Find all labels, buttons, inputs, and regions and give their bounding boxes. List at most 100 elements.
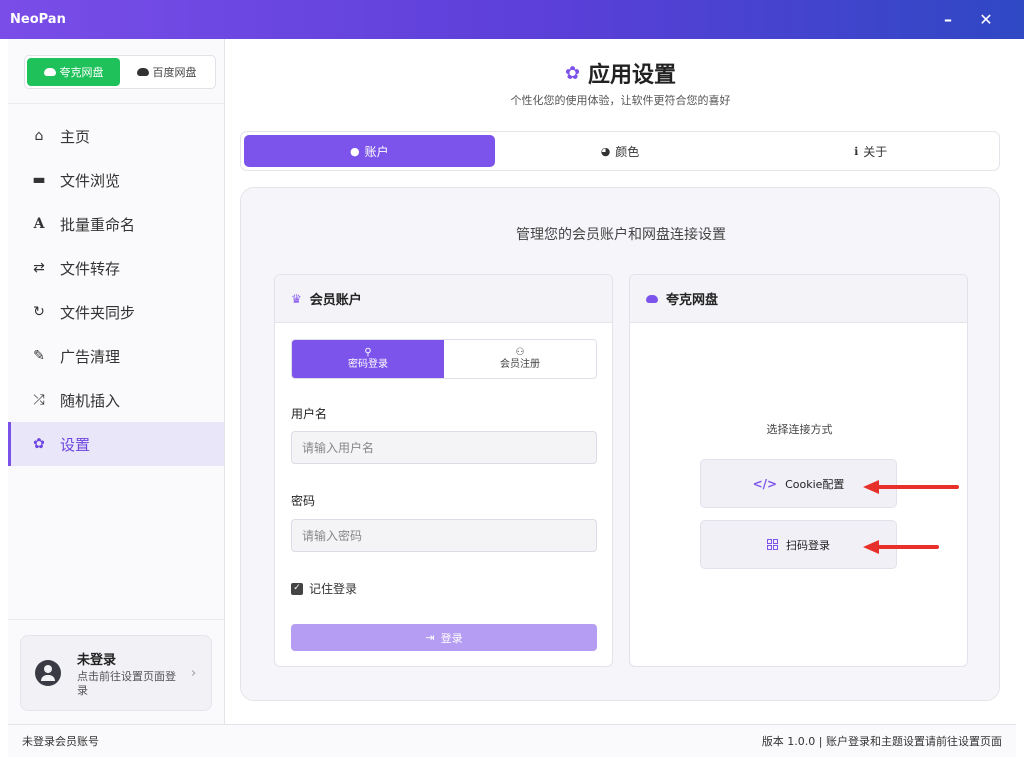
sidebar-item-batch-rename[interactable]: A 批量重命名	[8, 202, 224, 246]
crown-icon: ♛	[291, 291, 302, 306]
font-icon: A	[33, 216, 45, 232]
connect-method-label: 选择连接方式	[766, 423, 833, 436]
status-left: 未登录会员账号	[22, 735, 99, 748]
user-name: 未登录	[77, 652, 117, 668]
page-title-text: 应用设置	[588, 63, 677, 88]
palette-icon: ◕	[600, 144, 611, 158]
qr-login-label: 扫码登录	[786, 538, 830, 552]
username-input[interactable]	[291, 431, 597, 464]
drive-button-quark[interactable]: 夸克网盘	[27, 58, 120, 86]
window-frame	[0, 757, 1024, 764]
drive-switch: 夸克网盘 百度网盘	[24, 55, 216, 89]
sidebar-item-label: 文件转存	[60, 259, 121, 278]
broom-icon: ✎	[33, 348, 45, 364]
tab-label: 颜色	[615, 144, 640, 159]
info-icon: ℹ	[854, 144, 859, 158]
divider	[8, 103, 224, 104]
panel-title: 夸克网盘	[666, 293, 719, 308]
drive-button-baidu[interactable]: 百度网盘	[120, 58, 213, 86]
page-title: ✿ 应用设置	[225, 57, 1016, 89]
minimize-icon: –	[944, 10, 952, 29]
gear-icon: ✿	[33, 436, 45, 452]
sidebar-item-file-transfer[interactable]: ⇄ 文件转存	[8, 246, 224, 290]
main-content: ✿ 应用设置 个性化您的使用体验，让软件更符合您的喜好 ● 账户 ◕ 颜色 ℹ …	[225, 39, 1016, 724]
sign-in-icon: ⇥	[425, 631, 435, 644]
app-title: NeoPan	[10, 12, 66, 27]
sidebar-item-settings[interactable]: ✿ 设置	[8, 422, 224, 466]
quark-drive-panel: 夸克网盘 选择连接方式 </> Cookie配置 扫码登录	[629, 274, 968, 667]
status-bar: 未登录会员账号 版本 1.0.0 | 账户登录和主题设置请前往设置页面	[8, 724, 1016, 757]
chevron-right-icon: ›	[191, 666, 197, 681]
shuffle-icon: ⤮	[33, 392, 45, 408]
login-mode-tabs: ⚲ 密码登录 ⚇ 会员注册	[291, 339, 597, 379]
key-icon: ⚲	[364, 347, 372, 358]
divider	[8, 619, 224, 620]
cloud-icon	[646, 294, 658, 303]
user-plus-icon: ⚇	[515, 347, 525, 358]
password-label: 密码	[291, 494, 316, 508]
page-subtitle: 个性化您的使用体验，让软件更符合您的喜好	[510, 94, 731, 107]
close-button[interactable]: ✕	[966, 0, 1006, 39]
tab-member-register[interactable]: ⚇ 会员注册	[444, 340, 596, 378]
code-icon: </>	[752, 476, 778, 491]
tab-password-login[interactable]: ⚲ 密码登录	[292, 340, 444, 378]
avatar	[35, 660, 61, 686]
user-info: 未登录 点击前往设置页面登录	[77, 649, 185, 698]
sidebar-item-home[interactable]: ⌂ 主页	[8, 114, 224, 158]
tab-label: 关于	[863, 144, 888, 159]
panel-title: 会员账户	[309, 293, 362, 308]
sidebar-item-file-browse[interactable]: ▬ 文件浏览	[8, 158, 224, 202]
sidebar-item-label: 随机插入	[60, 391, 121, 410]
user-icon: ●	[350, 144, 360, 158]
section-description: 管理您的会员账户和网盘连接设置	[516, 227, 726, 243]
remember-login-checkbox[interactable]: ✓ 记住登录	[291, 580, 357, 597]
title-bar: NeoPan – ✕	[0, 0, 1024, 39]
cloud-icon	[43, 68, 56, 76]
drive-label: 百度网盘	[152, 66, 197, 79]
gear-icon: ✿	[564, 62, 581, 84]
cookie-config-label: Cookie配置	[785, 477, 845, 491]
login-label: 登录	[440, 631, 463, 645]
close-icon: ✕	[979, 10, 993, 29]
sidebar-item-label: 广告清理	[60, 347, 121, 366]
sidebar-item-label: 文件浏览	[60, 171, 121, 190]
sync-icon: ↻	[33, 304, 45, 320]
cloud-icon	[136, 68, 149, 76]
sidebar-item-label: 设置	[60, 435, 91, 454]
panel-header: 夸克网盘	[630, 275, 967, 323]
tab-account[interactable]: ● 账户	[244, 135, 495, 167]
sidebar-item-label: 主页	[60, 127, 91, 146]
sidebar-item-random-insert[interactable]: ⤮ 随机插入	[8, 378, 224, 422]
checkbox-checked-icon: ✓	[291, 582, 303, 595]
sidebar-item-label: 批量重命名	[60, 215, 136, 234]
settings-tabs: ● 账户 ◕ 颜色 ℹ 关于	[240, 131, 1000, 171]
tab-about[interactable]: ℹ 关于	[745, 135, 996, 167]
sidebar-nav: ⌂ 主页 ▬ 文件浏览 A 批量重命名 ⇄ 文件转存 ↻ 文件夹同步 ✎ 广告清…	[8, 114, 224, 466]
login-button[interactable]: ⇥ 登录	[291, 624, 597, 651]
folder-icon: ▬	[32, 172, 46, 188]
home-icon: ⌂	[34, 128, 44, 144]
tab-label: 账户	[364, 144, 389, 159]
user-card[interactable]: 未登录 点击前往设置页面登录 ›	[20, 635, 212, 711]
remember-label: 记住登录	[309, 582, 358, 596]
annotation-arrow-icon	[863, 480, 959, 494]
user-hint: 点击前往设置页面登录	[77, 669, 176, 697]
qrcode-icon	[767, 539, 778, 550]
sidebar-item-label: 文件夹同步	[60, 303, 136, 322]
tab-color[interactable]: ◕ 颜色	[495, 135, 746, 167]
sidebar-item-folder-sync[interactable]: ↻ 文件夹同步	[8, 290, 224, 334]
drive-label: 夸克网盘	[59, 66, 104, 79]
status-right: 版本 1.0.0 | 账户登录和主题设置请前往设置页面	[761, 735, 1002, 748]
member-account-panel: ♛ 会员账户 ⚲ 密码登录 ⚇ 会员注册 用户名 密码 ✓ 记住登录	[274, 274, 613, 667]
annotation-arrow-icon	[863, 540, 939, 554]
account-settings-card: 管理您的会员账户和网盘连接设置 ♛ 会员账户 ⚲ 密码登录 ⚇ 会员注册 用户名…	[240, 187, 1000, 701]
username-label: 用户名	[291, 407, 328, 421]
sidebar-item-ad-clean[interactable]: ✎ 广告清理	[8, 334, 224, 378]
exchange-icon: ⇄	[33, 260, 45, 276]
sidebar: 夸克网盘 百度网盘 ⌂ 主页 ▬ 文件浏览 A 批量重命名 ⇄ 文件转存 ↻ 文…	[8, 39, 225, 724]
tab-label: 密码登录	[348, 359, 388, 370]
password-input[interactable]	[291, 519, 597, 552]
panel-header: ♛ 会员账户	[275, 275, 612, 323]
minimize-button[interactable]: –	[928, 0, 968, 39]
tab-label: 会员注册	[500, 359, 540, 370]
